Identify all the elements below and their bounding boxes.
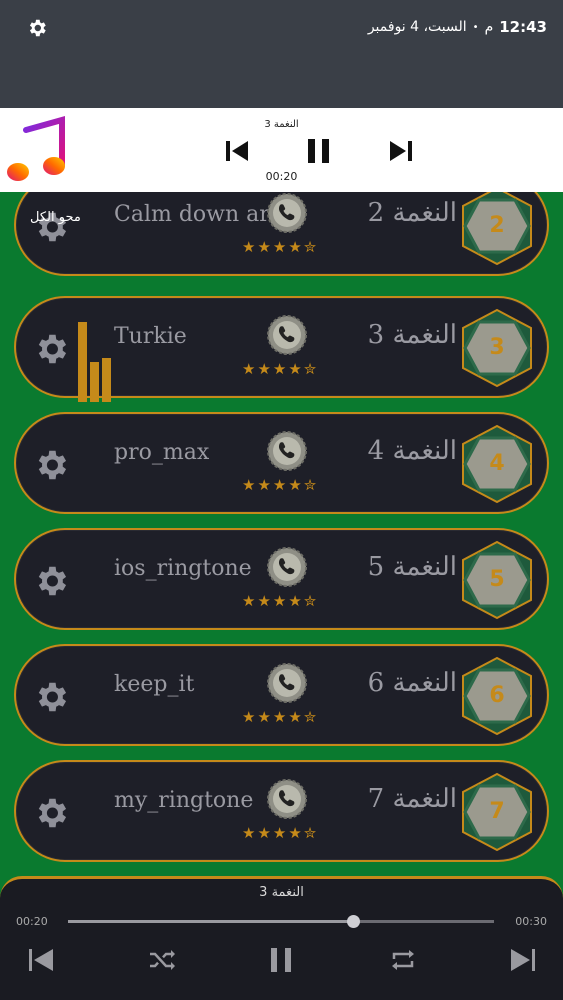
player-duration: 00:30	[515, 915, 547, 928]
notification-shade: 12:43 م • السبت، 4 نوفمبر	[0, 0, 563, 108]
ringtone-name: pro_max	[114, 440, 210, 465]
settings-icon[interactable]	[32, 794, 70, 832]
ringtone-label: النغمة 2	[367, 198, 457, 228]
status-separator: •	[472, 21, 479, 33]
ringtone-name: keep_it	[114, 672, 195, 697]
ringtone-number-badge: 5	[459, 540, 535, 620]
media-notification[interactable]: النغمة 3 00:20	[0, 108, 563, 192]
phone-icon[interactable]	[266, 546, 308, 588]
status-date: السبت، 4 نوفمبر	[367, 19, 467, 35]
settings-icon[interactable]	[32, 562, 70, 600]
ringtone-name: my_ringtone	[114, 788, 254, 813]
ringtone-row[interactable]: pro_max ★★★★✮ النغمة 4 4	[14, 412, 549, 514]
rating-stars: ★★★★✮	[242, 824, 319, 842]
player-elapsed-time: 00:20	[16, 915, 48, 928]
ringtone-row[interactable]: my_ringtone ★★★★✮ النغمة 7 7	[14, 760, 549, 862]
ringtone-number-badge: 3	[459, 308, 535, 388]
ringtone-number-badge: 2	[459, 192, 535, 266]
pause-icon[interactable]	[266, 945, 296, 975]
ringtone-number: 7	[489, 799, 505, 824]
pause-button[interactable]	[304, 136, 334, 166]
ringtone-label: النغمة 7	[367, 784, 457, 814]
ringtone-name: ios_ringtone	[114, 556, 252, 581]
equalizer-icon	[78, 322, 112, 402]
ringtone-number: 6	[489, 683, 505, 708]
rating-stars: ★★★★✮	[242, 708, 319, 726]
ringtone-label: النغمة 5	[367, 552, 457, 582]
phone-icon[interactable]	[266, 662, 308, 704]
ringtone-number: 4	[489, 451, 505, 476]
rating-stars: ★★★★✮	[242, 360, 319, 378]
phone-icon[interactable]	[266, 314, 308, 356]
phone-icon[interactable]	[266, 192, 308, 234]
gear-icon[interactable]	[26, 17, 48, 39]
ringtone-number: 3	[489, 335, 505, 360]
media-title: النغمة 3	[264, 119, 299, 130]
seek-bar-thumb[interactable]	[347, 915, 361, 928]
ringtone-number-badge: 4	[459, 424, 535, 504]
ringtone-name: Turkie	[114, 324, 187, 349]
ringtone-number-badge: 7	[459, 772, 535, 852]
bottom-player: النغمة 3 00:20 00:30	[0, 876, 563, 1000]
rating-stars: ★★★★✮	[242, 476, 319, 494]
settings-icon[interactable]	[32, 446, 70, 484]
ringtone-label: النغمة 6	[367, 668, 457, 698]
ringtone-row[interactable]: keep_it ★★★★✮ النغمة 6 6	[14, 644, 549, 746]
rating-stars: ★★★★✮	[242, 238, 319, 256]
settings-icon[interactable]	[32, 678, 70, 716]
ringtone-list[interactable]: محو الكل Calm down arab ★★★★✮ النغمة 2 2…	[0, 192, 563, 872]
ringtone-label: النغمة 4	[367, 436, 457, 466]
skip-previous-button[interactable]	[222, 136, 252, 166]
phone-icon[interactable]	[266, 778, 308, 820]
settings-icon[interactable]	[32, 330, 70, 368]
clock-time: 12:43	[499, 18, 547, 36]
skip-previous-icon[interactable]	[26, 945, 56, 975]
phone-icon[interactable]	[266, 430, 308, 472]
rating-stars: ★★★★✮	[242, 592, 319, 610]
seek-bar[interactable]	[68, 915, 494, 928]
player-title: النغمة 3	[259, 885, 304, 900]
clock-ampm: م	[484, 19, 494, 35]
ringtone-number-badge: 6	[459, 656, 535, 736]
ringtone-row[interactable]: ios_ringtone ★★★★✮ النغمة 5 5	[14, 528, 549, 630]
seek-bar-progress	[68, 920, 354, 923]
shuffle-icon[interactable]	[146, 945, 176, 975]
ringtone-number: 2	[489, 213, 505, 238]
skip-next-button[interactable]	[386, 136, 416, 166]
ringtone-number: 5	[489, 567, 505, 592]
status-time-date: 12:43 م • السبت، 4 نوفمبر	[368, 18, 547, 36]
media-elapsed-time: 00:20	[265, 170, 298, 183]
clear-all-button[interactable]: محو الكل	[30, 210, 81, 225]
skip-next-icon[interactable]	[508, 945, 538, 975]
ringtone-row[interactable]: Calm down arab ★★★★✮ النغمة 2 2	[14, 192, 549, 276]
ringtone-label: النغمة 3	[367, 320, 457, 350]
repeat-icon[interactable]	[388, 945, 418, 975]
